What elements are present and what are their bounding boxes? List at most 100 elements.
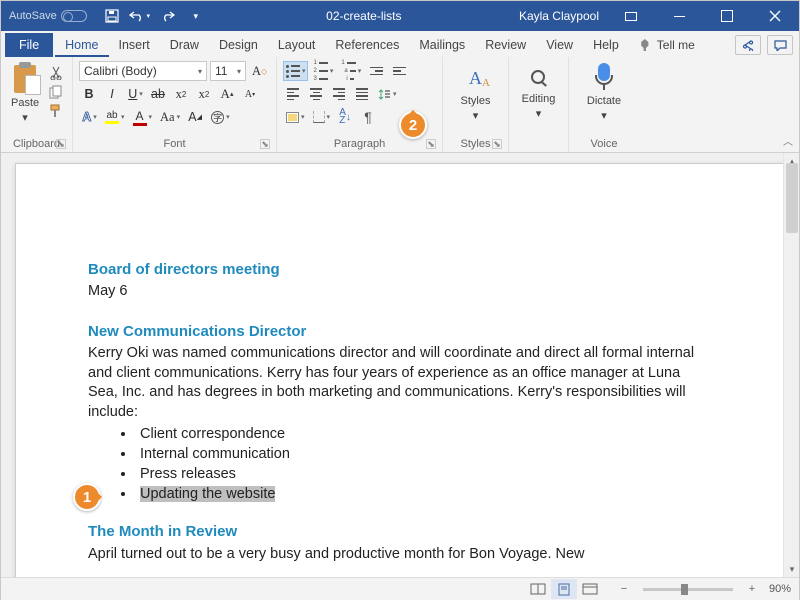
status-bar: − + 90%: [1, 577, 799, 600]
dictate-button[interactable]: Dictate▾: [583, 61, 625, 124]
format-painter-button[interactable]: [47, 103, 65, 119]
minimize-button[interactable]: [657, 1, 701, 31]
copy-button[interactable]: [47, 84, 65, 100]
styles-launcher[interactable]: ⬊: [492, 139, 502, 149]
paste-button[interactable]: Paste ▾: [7, 61, 43, 126]
maximize-button[interactable]: [705, 1, 749, 31]
document-area: Board of directors meeting May 6 New Com…: [1, 153, 799, 577]
highlight-color-button[interactable]: ab▾: [102, 107, 127, 127]
justify-button[interactable]: [352, 84, 372, 104]
list-item: Internal communication: [136, 444, 712, 464]
shrink-font-button[interactable]: A▾: [240, 84, 260, 104]
paragraph-launcher[interactable]: ⬊: [426, 139, 436, 149]
autosave-toggle[interactable]: AutoSave: [9, 10, 87, 22]
tab-insert[interactable]: Insert: [109, 33, 160, 57]
font-group-label: Font: [163, 138, 185, 150]
bold-button[interactable]: B: [79, 84, 99, 104]
sort-button[interactable]: AZ↓: [335, 107, 355, 127]
shading-button[interactable]: ▾: [283, 107, 307, 127]
comments-button[interactable]: [767, 35, 793, 55]
print-layout-view[interactable]: [551, 579, 577, 599]
save-icon[interactable]: [99, 4, 125, 28]
callout-1: 1: [73, 483, 101, 511]
italic-button[interactable]: I: [102, 84, 122, 104]
borders-button[interactable]: ▾: [310, 107, 333, 127]
decrease-indent-button[interactable]: [366, 61, 386, 81]
scrollbar-thumb[interactable]: [786, 163, 798, 233]
editing-button[interactable]: Editing▾: [518, 61, 560, 122]
list-item: Press releases: [136, 464, 712, 484]
clear-formatting-button[interactable]: A◇: [249, 61, 270, 81]
microphone-icon: [593, 63, 615, 93]
font-color-button[interactable]: A▾: [130, 107, 155, 127]
zoom-in-button[interactable]: +: [739, 579, 765, 599]
document-page[interactable]: Board of directors meeting May 6 New Com…: [15, 163, 785, 577]
find-icon: [531, 63, 545, 91]
scroll-down-arrow[interactable]: ▾: [784, 561, 799, 577]
tab-mailings[interactable]: Mailings: [409, 33, 475, 57]
heading-director: New Communications Director: [88, 322, 712, 342]
multilevel-list-button[interactable]: 1ai▾: [338, 61, 363, 81]
tab-draw[interactable]: Draw: [160, 33, 209, 57]
tab-layout[interactable]: Layout: [268, 33, 326, 57]
collapse-ribbon-button[interactable]: ︿: [783, 133, 793, 148]
font-size-combo[interactable]: 11▾: [210, 61, 246, 81]
tab-design[interactable]: Design: [209, 33, 268, 57]
grow-font-button[interactable]: A▴: [217, 84, 237, 104]
superscript-button[interactable]: x2: [194, 84, 214, 104]
numbering-button[interactable]: 123▾: [311, 61, 336, 81]
tab-references[interactable]: References: [325, 33, 409, 57]
enclose-characters-button[interactable]: 字▾: [208, 107, 232, 127]
undo-button[interactable]: ▾: [127, 4, 153, 28]
styles-button[interactable]: A Styles▾: [457, 61, 495, 124]
font-launcher[interactable]: ⬊: [260, 139, 270, 149]
tab-view[interactable]: View: [536, 33, 583, 57]
user-name[interactable]: Kayla Claypool: [519, 9, 599, 23]
paste-icon: [11, 63, 39, 95]
redo-button[interactable]: [155, 4, 181, 28]
list-item: Client correspondence: [136, 424, 712, 444]
zoom-level[interactable]: 90%: [769, 583, 791, 595]
character-shading-button[interactable]: A◢: [185, 107, 205, 127]
voice-group-label: Voice: [591, 138, 618, 150]
share-button[interactable]: [735, 35, 761, 55]
tab-help[interactable]: Help: [583, 33, 629, 57]
subscript-button[interactable]: x2: [171, 84, 191, 104]
qat-customize[interactable]: ▾: [183, 4, 209, 28]
paragraph-group-label: Paragraph: [334, 138, 385, 150]
styles-group-label: Styles: [461, 138, 491, 150]
text-effects-button[interactable]: A▾: [79, 107, 99, 127]
styles-icon: A: [461, 63, 491, 93]
vertical-scrollbar[interactable]: ▴ ▾: [783, 153, 799, 577]
align-center-button[interactable]: [306, 84, 326, 104]
change-case-button[interactable]: Aa▾: [157, 107, 182, 127]
tab-review[interactable]: Review: [475, 33, 536, 57]
web-layout-view[interactable]: [577, 579, 603, 599]
tell-me-search[interactable]: Tell me: [629, 33, 705, 57]
line-spacing-button[interactable]: ▾: [375, 84, 399, 104]
ribbon-display-options[interactable]: [609, 1, 653, 31]
ribbon-tabs: File Home Insert Draw Design Layout Refe…: [1, 31, 799, 57]
increase-indent-button[interactable]: [389, 61, 409, 81]
paragraph-director: Kerry Oki was named communications direc…: [88, 344, 712, 422]
zoom-out-button[interactable]: −: [611, 579, 637, 599]
close-button[interactable]: [753, 1, 797, 31]
font-family-combo[interactable]: Calibri (Body)▾: [79, 61, 207, 81]
clipboard-launcher[interactable]: ⬊: [56, 139, 66, 149]
callout-2: 2: [399, 111, 427, 139]
tab-file[interactable]: File: [5, 33, 53, 57]
zoom-slider[interactable]: [643, 588, 733, 591]
selected-text: Updating the website: [140, 486, 275, 502]
show-paragraph-marks-button[interactable]: ¶: [358, 107, 378, 127]
underline-button[interactable]: U▾: [125, 84, 145, 104]
read-mode-view[interactable]: [525, 579, 551, 599]
paragraph-month-review: April turned out to be a very busy and p…: [88, 545, 712, 565]
align-right-button[interactable]: [329, 84, 349, 104]
tab-home[interactable]: Home: [55, 33, 108, 57]
cut-button[interactable]: [47, 65, 65, 81]
heading-month-review: The Month in Review: [88, 522, 712, 542]
align-left-button[interactable]: [283, 84, 303, 104]
bullets-button[interactable]: ▾: [283, 61, 308, 81]
strikethrough-button[interactable]: ab: [148, 84, 168, 104]
ribbon: Paste ▾ Clipboard⬊ Calibri (Body)▾ 11▾ A…: [1, 57, 799, 153]
